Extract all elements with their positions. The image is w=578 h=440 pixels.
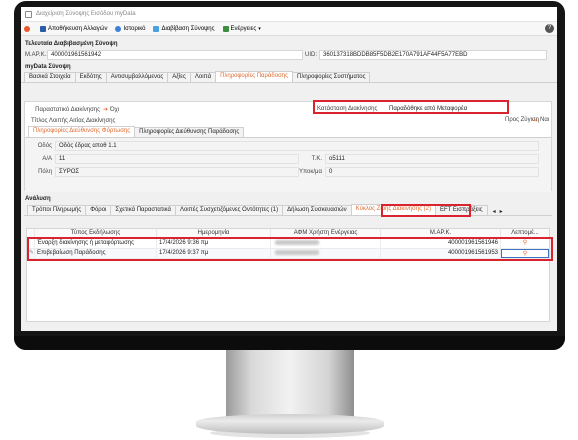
refresh-button[interactable] (24, 25, 32, 32)
monitor-stand-base (196, 414, 384, 434)
transmit-icon (153, 25, 160, 32)
street-label: Οδός (37, 142, 52, 149)
tab-values[interactable]: Αξίες (167, 72, 191, 82)
mydata-tabs: Βασικά Στοιχεία Εκδότης Αντισυμβαλλόμενο… (21, 71, 557, 83)
postal-field[interactable]: o5111 (325, 153, 539, 164)
analysis-tabs: Τρόποι Πληρωμής Φόροι Σχετικά Παραστατικ… (24, 204, 552, 216)
window-titlebar: Διαχείριση Σύνοψης Εισόδου myData (21, 7, 557, 22)
number-field[interactable]: 11 (55, 153, 299, 164)
screen: Διαχείριση Σύνοψης Εισόδου myData Αποθήκ… (21, 7, 557, 331)
number-label: Α/Α (42, 155, 52, 162)
actions-icon (222, 25, 229, 32)
received-row: Μ.ΑΡ.Κ.: 400001961561942 UID: 360137318B… (21, 49, 557, 60)
read-summary-label: Διαβίβαση Σύνοψης (161, 25, 215, 32)
actions-button[interactable]: Ενέργειες ▾ (222, 25, 261, 32)
read-summary-button[interactable]: Διαβίβαση Σύνοψης (153, 25, 215, 32)
delivery-note-value[interactable]: Όχι (110, 107, 119, 113)
delivery-info-panel: Παραστατικό Διακίνησης ➜ Όχι Κατάσταση Δ… (24, 101, 552, 192)
city-field[interactable]: ΣΥΡΟΣ (55, 166, 299, 177)
history-label: Ιστορικό (123, 25, 146, 32)
app-icon (25, 10, 32, 18)
address-subtabs: Πληροφορίες Διεύθυνσης Φόρτωσης Πληροφορ… (25, 126, 551, 138)
tab-payment-methods[interactable]: Τρόποι Πληρωμής (27, 205, 87, 215)
mark-field[interactable]: 400001961561942 (47, 49, 303, 60)
received-section-title: Τελευταία Διαβιβασμένη Σύνοψη (25, 41, 118, 47)
chevron-down-icon: ▾ (258, 25, 261, 32)
tab-basic[interactable]: Βασικά Στοιχεία (24, 72, 76, 82)
history-button[interactable]: Ιστορικό (115, 25, 146, 32)
window-title: Διαχείριση Σύνοψης Εισόδου myData (36, 11, 136, 17)
tab-related-docs[interactable]: Σχετικά Παραστατικά (110, 205, 176, 215)
tab-counterpart[interactable]: Αντισυμβαλλόμενος (105, 72, 169, 82)
history-icon (115, 25, 122, 32)
tab-loading-address[interactable]: Πληροφορίες Διεύθυνσης Φόρτωσης (28, 126, 136, 137)
other-reason-label: Τίτλος Λοιπής Αιτίας Διακίνησης (31, 117, 116, 124)
tab-scroll-right-icon[interactable]: ▸ (500, 208, 503, 215)
tab-other[interactable]: Λοιπά (189, 72, 217, 82)
arrow-icon: ➜ (103, 107, 109, 113)
tab-related-entities[interactable]: Λοιπές Συσχετιζόμενες Οντότητες (1) (174, 205, 284, 215)
tab-issuer[interactable]: Εκδότης (74, 72, 107, 82)
save-button[interactable]: Αποθήκευση Αλλαγών (40, 25, 108, 32)
actions-label: Ενέργειες (230, 25, 257, 32)
analysis-section-title: Ανάλυση (25, 196, 51, 202)
tab-packaging[interactable]: Δήλωση Συσκευασιών (282, 205, 352, 215)
delivery-note-label: Παραστατικό Διακίνησης (35, 106, 100, 113)
mark-label: Μ.ΑΡ.Κ.: (25, 51, 48, 58)
save-icon (40, 25, 46, 32)
floor-label: Υποκ/μα (299, 168, 322, 175)
city-label: Πόλη (38, 168, 52, 175)
street-field[interactable]: Οδός έδρας αποθ 1.1 (55, 140, 539, 151)
tab-scroll-left-icon[interactable]: ◂ (493, 208, 496, 215)
weighing-value[interactable]: Ναι (540, 117, 549, 123)
floor-field[interactable]: 0 (325, 166, 539, 177)
monitor-stand-neck (226, 350, 354, 418)
address-panel: Οδός Οδός έδρας αποθ 1.1 Α/Α 11 Τ.Κ. o51… (25, 138, 551, 192)
highlight-lifecycle-rows (27, 237, 553, 261)
toolbar: Αποθήκευση Αλλαγών Ιστορικό Διαβίβαση Σύ… (21, 22, 557, 36)
tab-delivery-address[interactable]: Πληροφορίες Διεύθυνσης Παράδοσης (134, 127, 245, 137)
highlight-movement-status (313, 100, 509, 114)
help-icon[interactable]: ? (545, 24, 554, 33)
tab-delivery-info[interactable]: Πληροφορίες Παράδοσης (215, 71, 293, 82)
postal-label: Τ.Κ. (311, 155, 322, 162)
uid-field[interactable]: 360137318BDDB85F5DB2E170A791AF44F5A77EBD (319, 49, 547, 60)
tab-system-info[interactable]: Πληροφορίες Συστήματος (292, 72, 371, 82)
refresh-icon (24, 25, 30, 32)
save-label: Αποθήκευση Αλλαγών (48, 25, 108, 32)
tab-taxes[interactable]: Φόροι (85, 205, 112, 215)
arrow-icon: ➜ (533, 118, 539, 124)
highlight-lifecycle-tab (381, 204, 471, 217)
uid-label: UID: (305, 51, 317, 58)
